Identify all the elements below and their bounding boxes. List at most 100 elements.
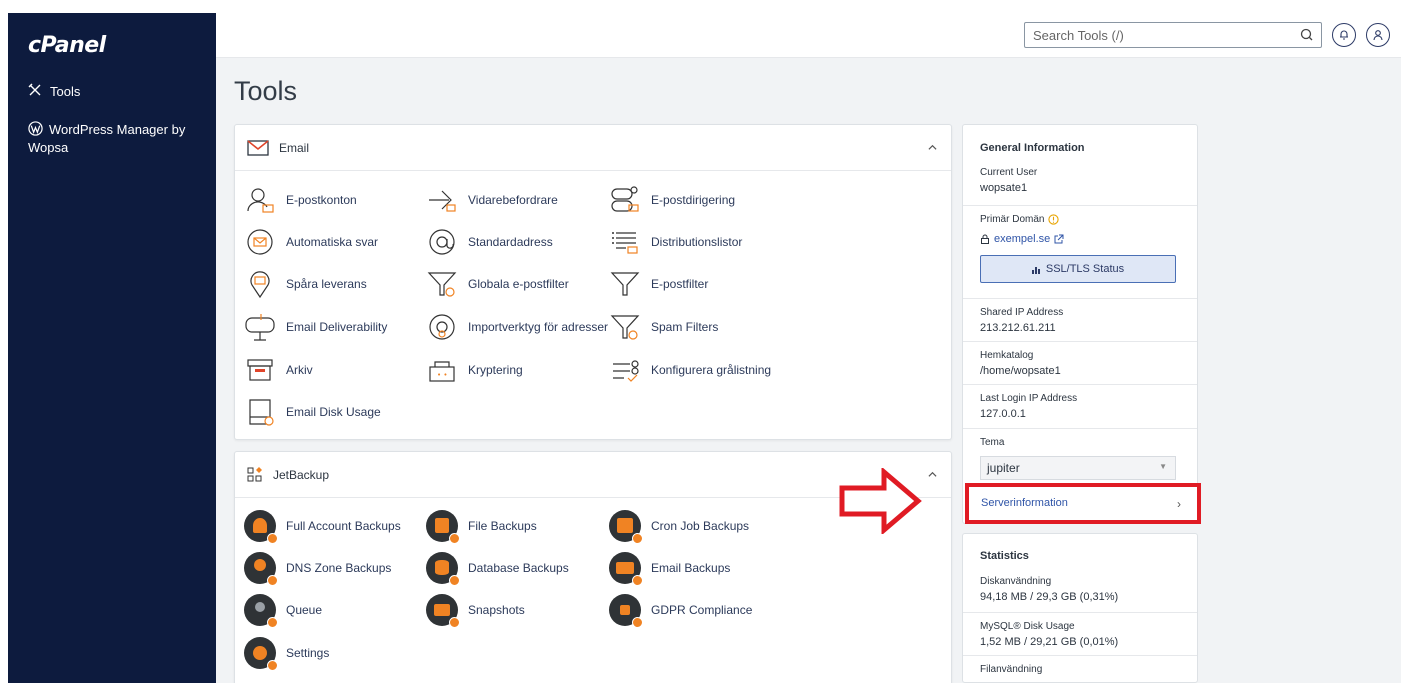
tool-label: Globala e-postfilter <box>468 277 569 291</box>
sidebar-item-wordpress-manager[interactable]: WordPress Manager by Wopsa <box>28 121 208 157</box>
sidebar-item-label: WordPress Manager by Wopsa <box>28 121 208 157</box>
tool-label: File Backups <box>468 519 537 533</box>
tool-global-email-filters[interactable]: Globala e-postfilter <box>426 268 569 300</box>
file-backup-icon <box>426 510 460 544</box>
current-user-value: wopsate1 <box>980 182 1028 194</box>
search-input[interactable]: Search Tools (/) <box>1024 22 1322 48</box>
tool-email-routing[interactable]: E-postdirigering <box>609 184 735 216</box>
tool-track-delivery[interactable]: Spåra leverans <box>244 268 367 300</box>
gdpr-icon <box>609 594 643 628</box>
theme-selected-value: jupiter <box>987 461 1020 475</box>
tool-label: GDPR Compliance <box>651 603 753 617</box>
tool-archive[interactable]: Arkiv <box>244 354 313 386</box>
tool-spam-filters[interactable]: Spam Filters <box>609 311 718 343</box>
encryption-icon: • • <box>426 354 458 386</box>
email-panel-title: Email <box>279 140 310 155</box>
tool-cron-job-backups[interactable]: Cron Job Backups <box>609 510 749 544</box>
tool-label: DNS Zone Backups <box>286 561 392 575</box>
forwarders-icon <box>426 184 458 216</box>
tool-label: Queue <box>286 603 323 617</box>
primary-domain-link[interactable]: exempel.se <box>994 233 1050 245</box>
wordpress-icon <box>28 121 43 136</box>
tool-file-backups[interactable]: File Backups <box>426 510 537 544</box>
tool-snapshots[interactable]: Snapshots <box>426 594 525 628</box>
tool-email-backups[interactable]: Email Backups <box>609 552 730 586</box>
email-backup-icon <box>609 552 643 586</box>
envelope-icon <box>247 139 269 156</box>
lock-icon <box>981 234 989 244</box>
statistics-title: Statistics <box>980 550 1029 562</box>
home-directory-value: /home/wopsate1 <box>980 365 1061 377</box>
queue-icon <box>244 594 278 628</box>
cron-backup-icon <box>609 510 643 544</box>
cpanel-logo[interactable]: cPanel <box>28 33 106 58</box>
tool-forwarders[interactable]: Vidarebefordrare <box>426 184 558 216</box>
shared-ip-value: 213.212.61.211 <box>980 322 1056 334</box>
stat-file-usage: Filanvändning <box>963 655 1197 675</box>
stat-value: 1,52 MB / 29,21 GB (0,01%) <box>980 636 1119 648</box>
mailbox-icon <box>244 311 276 343</box>
full-backup-icon <box>244 510 278 544</box>
tool-queue[interactable]: Queue <box>244 594 323 628</box>
tool-settings[interactable]: Settings <box>244 637 329 671</box>
tool-label: Email Deliverability <box>286 320 388 334</box>
tool-label: E-postdirigering <box>651 193 736 207</box>
shared-ip-section: Shared IP Address 213.212.61.211 <box>963 298 1197 334</box>
email-panel-header[interactable]: Email <box>235 125 951 171</box>
external-link-icon[interactable] <box>1054 234 1064 244</box>
tool-label: Standardadress <box>468 235 553 249</box>
email-routing-icon <box>609 184 641 216</box>
dns-backup-icon <box>244 552 278 586</box>
tool-full-account-backups[interactable]: Full Account Backups <box>244 510 401 544</box>
tool-dns-zone-backups[interactable]: DNS Zone Backups <box>244 552 392 586</box>
archive-icon <box>244 354 276 386</box>
tool-email-disk-usage[interactable]: Email Disk Usage <box>244 396 381 428</box>
chevron-up-icon[interactable] <box>928 470 937 479</box>
bar-chart-icon <box>1031 266 1040 274</box>
user-menu-button[interactable] <box>1366 23 1390 47</box>
tool-database-backups[interactable]: Database Backups <box>426 552 569 586</box>
current-user-label: Current User <box>980 167 1038 178</box>
tool-gdpr-compliance[interactable]: GDPR Compliance <box>609 594 753 628</box>
user-icon <box>1373 30 1383 41</box>
top-bar: Search Tools (/) <box>216 13 1401 58</box>
stat-disk-usage: Diskanvändning 94,18 MB / 29,3 GB (0,31%… <box>963 568 1197 603</box>
tool-mailing-lists[interactable]: Distributionslistor <box>609 226 742 258</box>
tool-email-accounts[interactable]: E-postkonton <box>244 184 357 216</box>
tool-email-filters[interactable]: E-postfilter <box>609 268 708 300</box>
greylisting-icon <box>609 354 641 386</box>
tool-label: Kryptering <box>468 363 523 377</box>
track-delivery-icon <box>244 268 276 300</box>
tool-default-address[interactable]: Standardadress <box>426 226 553 258</box>
chevron-right-icon: › <box>1177 497 1181 511</box>
statistics-panel: Statistics Diskanvändning 94,18 MB / 29,… <box>962 533 1198 683</box>
sidebar-item-tools[interactable]: Tools <box>28 83 80 102</box>
database-backup-icon <box>426 552 460 586</box>
home-directory-label: Hemkatalog <box>980 350 1034 361</box>
sidebar-item-label: Tools <box>50 84 81 99</box>
tool-encryption[interactable]: • • Kryptering <box>426 354 523 386</box>
tool-autoresponders[interactable]: Automatiska svar <box>244 226 378 258</box>
jetbackup-logo-icon <box>247 466 262 481</box>
tool-email-deliverability[interactable]: Email Deliverability <box>244 311 387 343</box>
search-icon[interactable] <box>1299 27 1315 43</box>
chevron-up-icon[interactable] <box>928 143 937 152</box>
tool-label: Spåra leverans <box>286 277 367 291</box>
import-icon <box>426 311 458 343</box>
tool-label: E-postkonton <box>286 193 357 207</box>
jetbackup-panel-title: JetBackup <box>273 467 330 482</box>
filter-icon <box>609 268 641 300</box>
tool-label: Automatiska svar <box>286 235 379 249</box>
last-login-section: Last Login IP Address 127.0.0.1 <box>963 384 1197 420</box>
theme-select[interactable]: jupiter ▼ <box>980 456 1176 480</box>
server-information-link[interactable]: Serverinformation › <box>965 483 1201 524</box>
info-icon[interactable] <box>1048 214 1060 225</box>
tool-address-importer[interactable]: Importverktyg för adresser <box>426 311 608 343</box>
theme-section: Tema jupiter ▼ <box>963 428 1197 480</box>
ssl-tls-status-button[interactable]: SSL/TLS Status <box>980 255 1176 283</box>
notifications-button[interactable] <box>1332 23 1356 47</box>
search-placeholder: Search Tools (/) <box>1033 28 1124 43</box>
tool-greylisting[interactable]: Konfigurera grålistning <box>609 354 771 386</box>
stat-value: 94,18 MB / 29,3 GB (0,31%) <box>980 591 1119 603</box>
spam-filter-icon <box>609 311 641 343</box>
